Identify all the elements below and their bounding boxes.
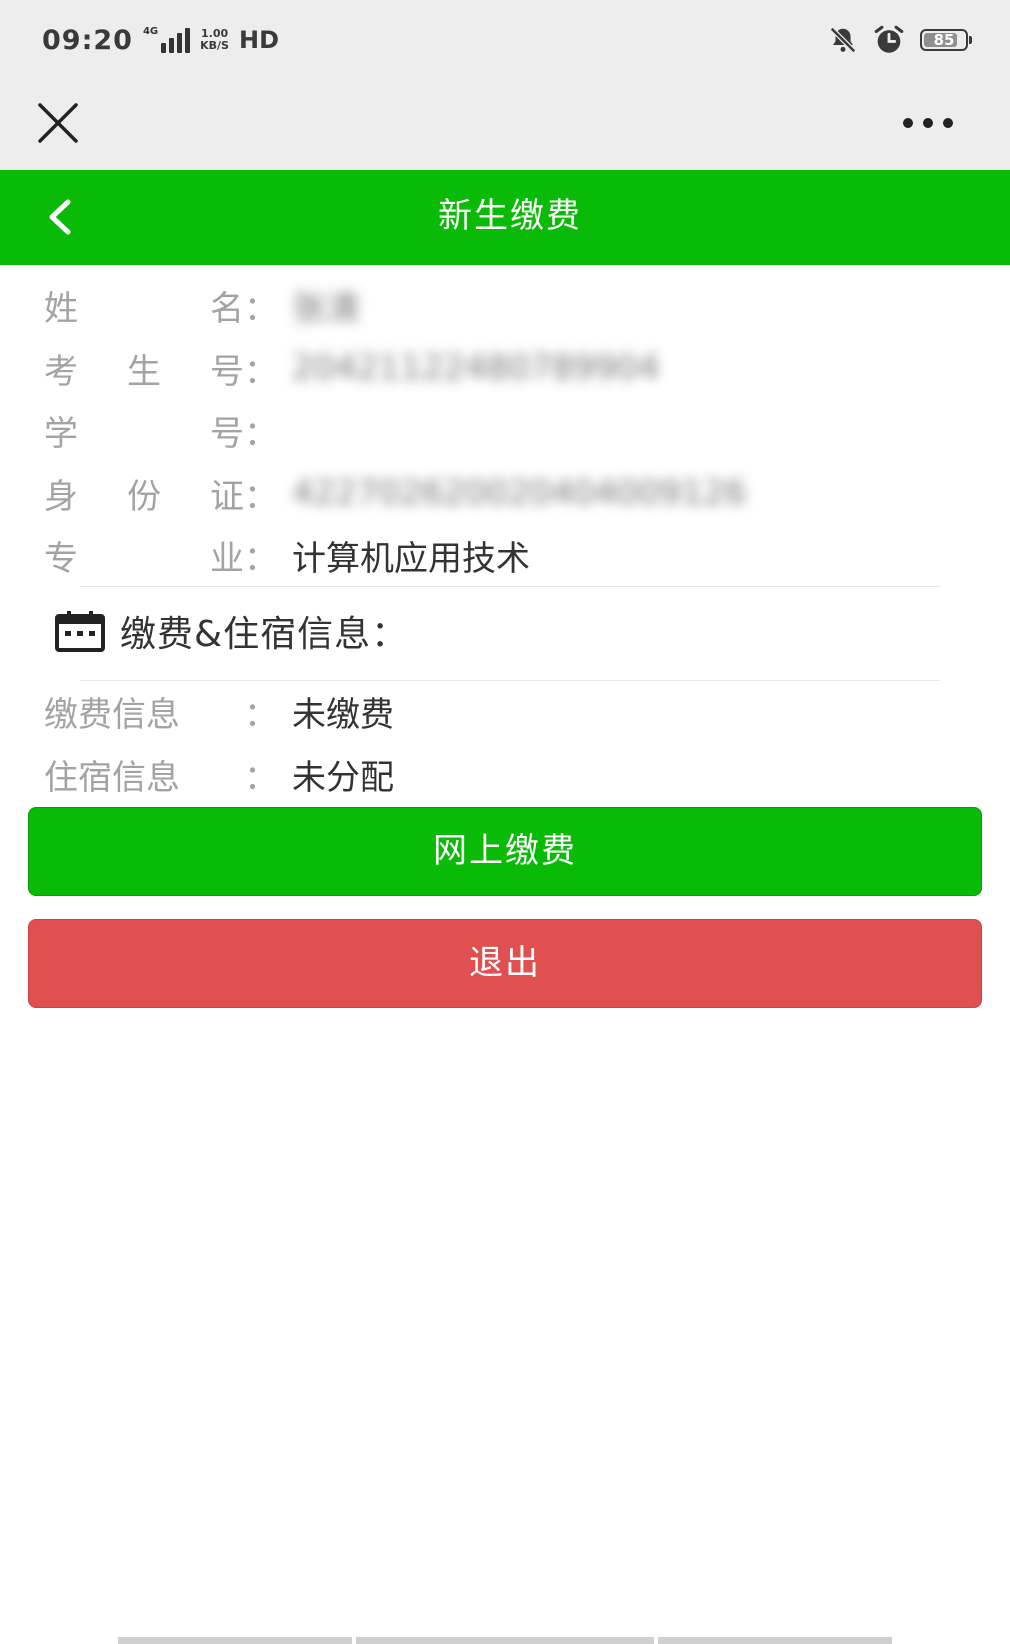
status-time: 09:20 [42,24,133,56]
battery-text: 85 [933,30,955,49]
name-label: 姓 名 [44,281,244,330]
divider [80,586,940,587]
battery-icon: 85 [920,29,972,51]
label-char: 份 [127,476,161,517]
label-char: 身 [44,476,78,517]
label-colon: ： [244,476,278,517]
bottom-strip [118,1637,352,1644]
bottom-strip [356,1637,654,1644]
label-char: 专 [44,538,78,579]
exam-no-label: 考 生 号 [44,344,244,393]
signal-bar [177,33,183,53]
label-char: 号 [210,351,244,392]
dorm-label: 住宿信息 [44,757,180,798]
name-value: 张清 [292,288,360,329]
info-row-id-card: 身 份 证 ： 422702620020404009126 [44,465,746,521]
network-speed: 1.00 KB/S [200,28,229,52]
payment-status-value: 未缴费 [292,694,394,735]
dorm-status-value: 未分配 [292,757,394,798]
section-title-text: 缴费&住宿信息： [120,614,409,655]
major-value: 计算机应用技术 [292,538,530,579]
hd-label: HD [238,26,279,54]
network-type: 4G [142,26,159,37]
id-card-label: 身 份 证 [44,469,244,518]
student-no-label: 学 号 [44,406,244,455]
signal-bar [169,38,175,53]
label-char: 学 [44,413,78,454]
signal-bar [185,28,191,53]
signal-icon: 4G [142,26,191,53]
status-right: 85 [828,22,972,58]
signal-bar [161,43,167,53]
label-colon: ： [244,288,278,329]
status-left: 09:20 4G 1.00 KB/S HD [42,22,279,58]
major-label: 专 业 [44,531,244,580]
info-row-name: 姓 名 ： 张清 [44,277,360,333]
info-row-major: 专 业 ： 计算机应用技术 [44,527,530,583]
label-colon: ： [244,538,278,579]
calendar-icon [55,611,105,652]
label-colon: ： [244,413,278,454]
speed-unit: KB/S [200,39,229,52]
label-colon: ： [244,757,278,798]
page-header: 新生缴费 [0,170,1010,265]
more-icon[interactable] [898,98,958,148]
label-char: 考 [44,351,78,392]
label-char: 生 [127,351,161,392]
bottom-strip [658,1637,892,1644]
section-title: 缴费&住宿信息： [54,603,408,659]
online-pay-button[interactable]: 网上缴费 [28,807,982,896]
exit-button[interactable]: 退出 [28,919,982,1008]
id-card-value: 422702620020404009126 [292,473,747,513]
label-char: 姓 [44,288,78,329]
info-row-dorm: 住宿信息 ： 未分配 [44,746,394,802]
payment-label: 缴费信息 [44,694,180,735]
wechat-nav-bar [0,78,1010,170]
alarm-icon [874,25,904,53]
info-row-payment: 缴费信息 ： 未缴费 [44,683,394,739]
label-char: 证 [210,476,244,517]
info-row-student-no: 学 号 ： [44,402,292,458]
label-char: 号 [210,413,244,454]
label-colon: ： [244,694,278,735]
status-bar: 09:20 4G 1.00 KB/S HD 85 [0,0,1010,78]
close-icon[interactable] [34,98,84,148]
divider [80,680,940,681]
bell-off-icon [829,26,857,54]
page-title: 新生缴费 [438,196,582,236]
exam-no-value: 20421122480789904 [292,348,660,388]
label-colon: ： [244,351,278,392]
info-row-exam-no: 考 生 号 ： 20421122480789904 [44,340,660,396]
label-char: 业 [210,538,244,579]
label-char: 名 [210,288,244,329]
